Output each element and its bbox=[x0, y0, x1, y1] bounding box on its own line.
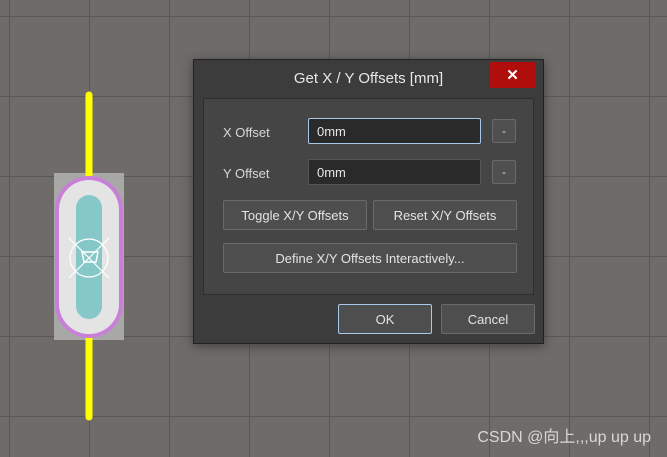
y-offset-input[interactable] bbox=[308, 159, 481, 185]
component-footprint[interactable] bbox=[0, 0, 200, 457]
define-offsets-button[interactable]: Define X/Y Offsets Interactively... bbox=[223, 243, 517, 273]
ok-button[interactable]: OK bbox=[338, 304, 432, 334]
x-offset-button[interactable]: - bbox=[492, 119, 516, 143]
close-button[interactable]: ✕ bbox=[490, 62, 535, 88]
pad-core bbox=[76, 195, 102, 319]
reset-offsets-button[interactable]: Reset X/Y Offsets bbox=[373, 200, 517, 230]
dialog-title: Get X / Y Offsets [mm] bbox=[293, 69, 444, 87]
x-offset-input[interactable] bbox=[308, 118, 481, 144]
dialog-title-bar[interactable]: Get X / Y Offsets [mm] ✕ bbox=[194, 60, 543, 96]
close-icon: ✕ bbox=[506, 67, 519, 84]
y-offset-label: Y Offset bbox=[223, 166, 270, 181]
toggle-offsets-button[interactable]: Toggle X/Y Offsets bbox=[223, 200, 367, 230]
y-offset-button[interactable]: - bbox=[492, 160, 516, 184]
offsets-panel: X Offset - Y Offset - Toggle X/Y Offsets… bbox=[203, 98, 534, 295]
get-offsets-dialog: Get X / Y Offsets [mm] ✕ X Offset - Y Of… bbox=[193, 59, 544, 344]
x-offset-label: X Offset bbox=[223, 125, 270, 140]
cancel-button[interactable]: Cancel bbox=[441, 304, 535, 334]
watermark: CSDN @向上,,,up up up bbox=[477, 429, 651, 446]
